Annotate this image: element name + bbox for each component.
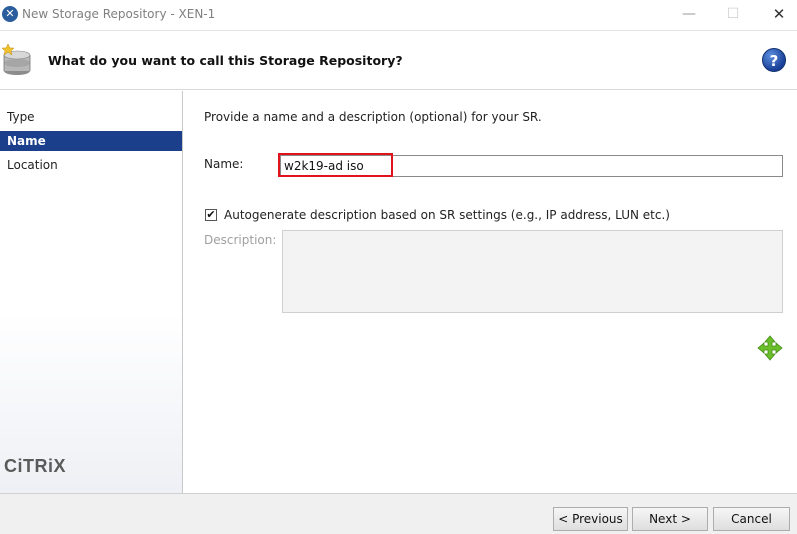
page-title: What do you want to call this Storage Re… [48, 53, 403, 68]
cancel-button[interactable]: Cancel [713, 507, 790, 531]
wizard-content: Provide a name and a description (option… [184, 91, 797, 493]
description-field[interactable] [282, 230, 783, 313]
autogenerate-checkbox[interactable]: ✔ [205, 209, 217, 221]
description-label: Description: [204, 233, 277, 247]
xencenter-app-icon: ✕ [2, 6, 18, 22]
name-label: Name: [204, 157, 244, 171]
storage-repository-icon [2, 43, 31, 75]
wizard-steps-sidebar: Type Name Location CiTRiX [0, 91, 183, 493]
previous-button[interactable]: < Previous [553, 507, 628, 531]
help-icon[interactable]: ? [762, 48, 786, 72]
sidebar-item-name[interactable]: Name [0, 131, 182, 151]
move-arrows-icon [757, 335, 783, 361]
name-input[interactable] [280, 155, 783, 177]
citrix-logo: CiTRiX [4, 456, 67, 476]
window-title: New Storage Repository - XEN-1 [22, 7, 216, 21]
wizard-footer: < Previous Next > Cancel [0, 493, 797, 534]
next-button[interactable]: Next > [632, 507, 708, 531]
minimize-button[interactable]: — [678, 4, 700, 24]
sidebar-item-location[interactable]: Location [0, 155, 182, 175]
maximize-button[interactable]: ☐ [722, 4, 744, 24]
wizard-header: What do you want to call this Storage Re… [0, 30, 797, 90]
window-titlebar: ✕ New Storage Repository - XEN-1 — ☐ ✕ [0, 0, 797, 30]
sidebar-item-type[interactable]: Type [0, 107, 182, 127]
intro-text: Provide a name and a description (option… [204, 110, 542, 124]
autogenerate-label[interactable]: Autogenerate description based on SR set… [224, 208, 670, 222]
close-button[interactable]: ✕ [768, 4, 790, 24]
